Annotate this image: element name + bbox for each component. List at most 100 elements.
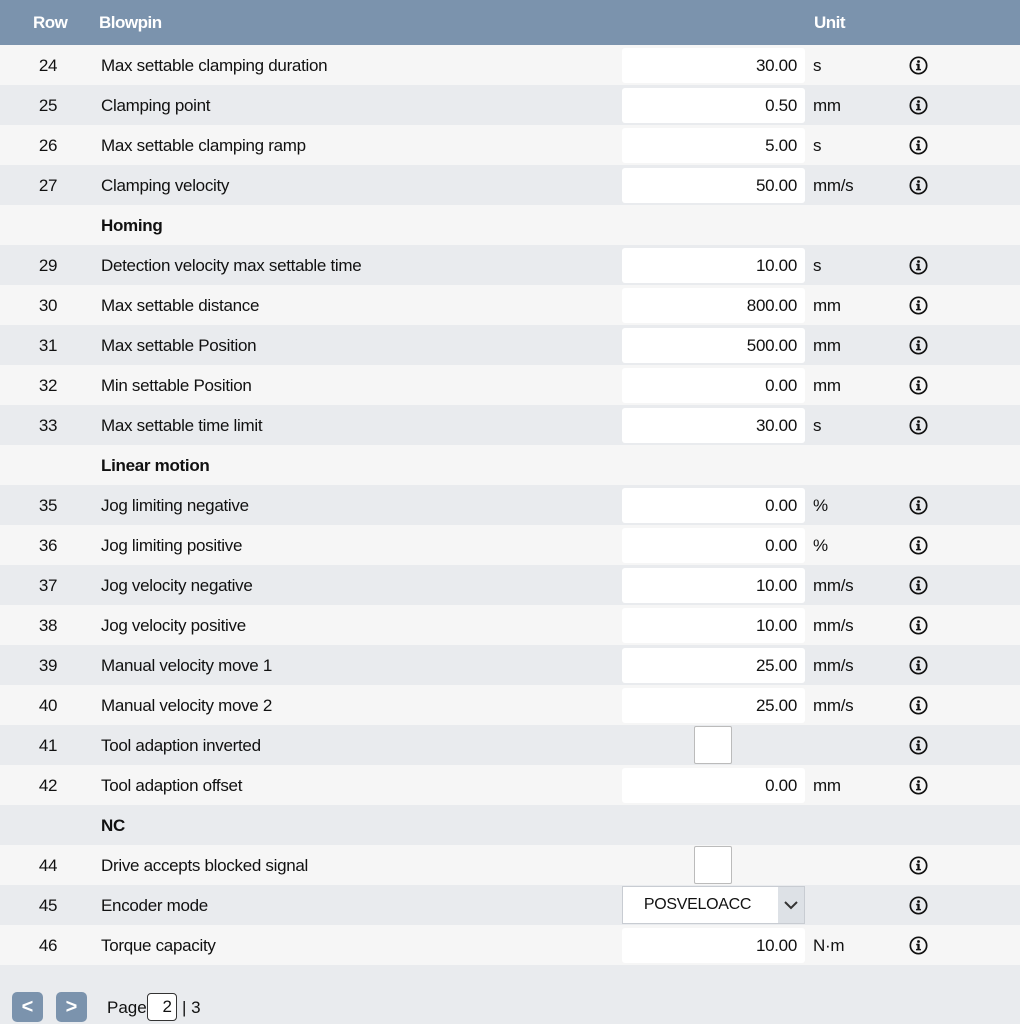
parameter-value-input[interactable]: 30.00	[622, 408, 805, 443]
row-number: 25	[38, 96, 58, 115]
info-icon[interactable]	[909, 256, 928, 275]
section-header-row: Homing	[0, 205, 1020, 245]
info-icon[interactable]	[909, 376, 928, 395]
parameter-value-input[interactable]: 25.00	[622, 688, 805, 723]
prev-page-button[interactable]: <	[12, 992, 43, 1022]
parameter-value-input[interactable]: 50.00	[622, 168, 805, 203]
parameter-checkbox[interactable]	[694, 846, 732, 884]
row-number: 30	[38, 296, 58, 315]
parameter-table: 24 Max settable clamping duration 30.00 s 25…	[0, 45, 1020, 965]
info-icon[interactable]	[909, 656, 928, 675]
parameter-name: Jog velocity negative	[101, 576, 253, 595]
page-total: | 3	[182, 998, 201, 1017]
chevron-down-icon[interactable]	[778, 887, 804, 923]
parameter-value-input[interactable]: 0.00	[622, 768, 805, 803]
header-unit-label: Unit	[814, 13, 846, 32]
parameter-value-input[interactable]: 10.00	[622, 248, 805, 283]
row-number: 39	[38, 656, 58, 675]
info-icon[interactable]	[909, 136, 928, 155]
unit-label: mm/s	[813, 176, 854, 195]
section-title: Homing	[101, 216, 163, 235]
row-number: 38	[38, 616, 58, 635]
unit-label: mm/s	[813, 656, 854, 675]
row-number: 24	[38, 56, 58, 75]
info-icon[interactable]	[909, 736, 928, 755]
info-icon[interactable]	[909, 856, 928, 875]
info-icon[interactable]	[909, 896, 928, 915]
table-row: 36 Jog limiting positive 0.00%	[0, 525, 1020, 565]
parameter-name: Max settable clamping duration	[101, 56, 328, 75]
info-icon[interactable]	[909, 616, 928, 635]
parameter-value-input[interactable]: 0.00	[622, 488, 805, 523]
table-row: 39 Manual velocity move 1 25.00 mm/s	[0, 645, 1020, 685]
row-number: 27	[38, 176, 58, 195]
unit-label: mm	[813, 376, 841, 395]
info-icon[interactable]	[909, 56, 928, 75]
table-header: Row Blowpin Unit	[0, 0, 1020, 45]
unit-label: mm	[813, 776, 841, 795]
info-icon[interactable]	[909, 416, 928, 435]
parameter-value-input[interactable]: 0.00	[622, 368, 805, 403]
section-header-row: NC	[0, 805, 1020, 845]
parameter-value-input[interactable]: 25.00	[622, 648, 805, 683]
parameter-name: Torque capacity	[101, 936, 216, 955]
encoder-mode-select[interactable]: POSVELOACC	[622, 886, 805, 924]
row-number: 35	[38, 496, 58, 515]
unit-label: s	[813, 256, 822, 275]
unit-label: s	[813, 56, 822, 75]
parameter-name: Manual velocity move 1	[101, 656, 273, 675]
table-row: 40 Manual velocity move 2 25.00 mm/s	[0, 685, 1020, 725]
parameter-value-input[interactable]: 30.00	[622, 48, 805, 83]
parameter-value-input[interactable]: 10.00	[622, 928, 805, 963]
unit-label: mm	[813, 336, 841, 355]
parameter-value-input[interactable]: 500.00	[622, 328, 805, 363]
row-number: 46	[38, 936, 58, 955]
row-number: 42	[38, 776, 58, 795]
unit-label: %	[813, 536, 828, 555]
unit-label: s	[813, 136, 822, 155]
parameter-name: Jog limiting negative	[101, 496, 249, 515]
parameter-value-input[interactable]: 10.00	[622, 608, 805, 643]
unit-label: %	[813, 496, 828, 515]
table-row: 30 Max settable distance 800.00 mm	[0, 285, 1020, 325]
parameter-value-input[interactable]: 10.00	[622, 568, 805, 603]
row-number: 33	[38, 416, 58, 435]
row-number: 29	[38, 256, 58, 275]
info-icon[interactable]	[909, 176, 928, 195]
parameter-value-input[interactable]: 800.00	[622, 288, 805, 323]
parameter-name: Max settable distance	[101, 296, 260, 315]
table-row: 38 Jog velocity positive 10.00 mm/s	[0, 605, 1020, 645]
parameter-name: Jog limiting positive	[101, 536, 243, 555]
section-title: Linear motion	[101, 456, 210, 475]
parameter-name: Clamping point	[101, 96, 211, 115]
parameter-checkbox[interactable]	[694, 726, 732, 764]
parameter-name: Clamping velocity	[101, 176, 230, 195]
row-number: 37	[38, 576, 58, 595]
info-icon[interactable]	[909, 296, 928, 315]
page-number-input[interactable]: 2	[147, 993, 177, 1021]
info-icon[interactable]	[909, 776, 928, 795]
row-number: 32	[38, 376, 58, 395]
parameter-value-input[interactable]: 5.00	[622, 128, 805, 163]
pagination: < > Page 2 | 3	[0, 985, 1020, 1024]
info-icon[interactable]	[909, 536, 928, 555]
parameter-value-input[interactable]: 0.00	[622, 528, 805, 563]
parameter-name: Tool adaption inverted	[101, 736, 261, 755]
row-number: 44	[38, 856, 58, 875]
unit-label: mm/s	[813, 696, 854, 715]
header-row-label: Row	[33, 13, 68, 32]
info-icon[interactable]	[909, 336, 928, 355]
info-icon[interactable]	[909, 96, 928, 115]
info-icon[interactable]	[909, 936, 928, 955]
unit-label: mm/s	[813, 616, 854, 635]
info-icon[interactable]	[909, 696, 928, 715]
select-value: POSVELOACC	[643, 896, 752, 913]
parameter-value-input[interactable]: 0.50	[622, 88, 805, 123]
info-icon[interactable]	[909, 496, 928, 515]
table-row: 31 Max settable Position 500.00 mm	[0, 325, 1020, 365]
table-row: 32 Min settable Position 0.00 mm	[0, 365, 1020, 405]
info-icon[interactable]	[909, 576, 928, 595]
row-number: 36	[38, 536, 58, 555]
next-page-button[interactable]: >	[56, 992, 87, 1022]
table-row: 25 Clamping point 0.50 mm	[0, 85, 1020, 125]
